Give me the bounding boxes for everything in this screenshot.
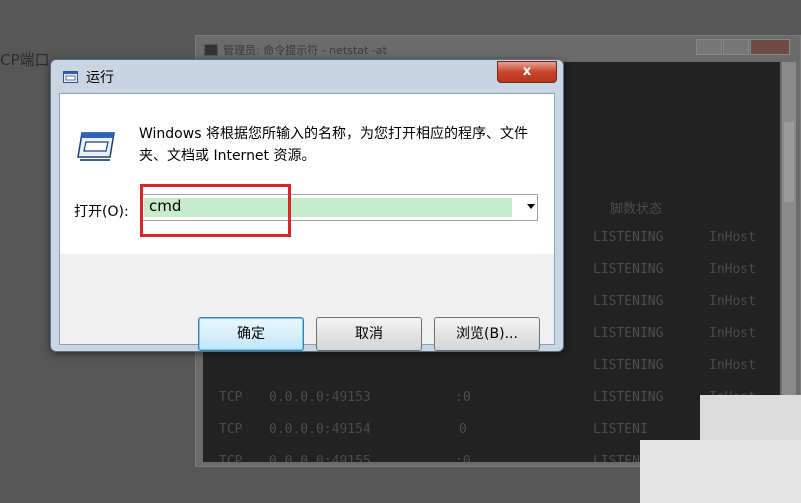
run-description: Windows 将根据您所输入的名称，为您打开相应的程序、文件夹、文档或 Int… bbox=[139, 126, 528, 164]
maximize-icon bbox=[723, 39, 749, 55]
console-row-state: LISTENING bbox=[593, 262, 664, 277]
console-row-proto: TCP bbox=[219, 422, 243, 437]
console-row-state: LISTENING bbox=[593, 230, 664, 245]
open-label: 打开(O): bbox=[74, 204, 129, 220]
console-row-foreign: 0 bbox=[459, 422, 467, 437]
console-icon bbox=[204, 44, 218, 56]
minimize-icon bbox=[696, 39, 722, 55]
console-row-host: InHost bbox=[709, 230, 756, 245]
console-row-addr: 0.0.0.0:49154 bbox=[269, 422, 371, 437]
console-row-state: LISTENING bbox=[593, 390, 664, 405]
console-row-proto: TCP bbox=[219, 390, 243, 405]
run-title: 运行 bbox=[86, 70, 114, 86]
console-row-proto: TCP bbox=[219, 454, 243, 462]
ok-button[interactable]: 确定 bbox=[198, 317, 304, 351]
console-window-controls bbox=[696, 39, 790, 55]
close-button[interactable]: x bbox=[497, 61, 557, 83]
run-program-icon bbox=[77, 132, 115, 161]
close-icon bbox=[750, 39, 790, 55]
background-text: CP端口 bbox=[0, 51, 50, 69]
cancel-button[interactable]: 取消 bbox=[316, 317, 422, 351]
console-title: 管理员: 命令提示符 - netstat -at bbox=[223, 44, 387, 57]
console-row-state: LISTENI bbox=[593, 422, 648, 437]
console-row-host: InHost bbox=[709, 294, 756, 309]
console-header-state: 脚数状态 bbox=[610, 202, 663, 217]
console-row-state: LISTENING bbox=[593, 358, 664, 373]
console-row-foreign: :0 bbox=[455, 390, 471, 405]
console-scroll-thumb bbox=[784, 122, 794, 202]
console-row-addr: 0.0.0.0:49153 bbox=[269, 390, 371, 405]
console-row-addr: 0.0.0.0:49155 bbox=[269, 454, 371, 462]
run-input-panel bbox=[60, 94, 554, 254]
console-row-host: InHost bbox=[709, 358, 756, 373]
run-titlebar: 运行 x bbox=[51, 60, 563, 92]
browse-button[interactable]: 浏览(B)... bbox=[434, 317, 540, 351]
console-row-state: LISTENING bbox=[593, 294, 664, 309]
console-row-state: LISTENING bbox=[593, 326, 664, 341]
console-row-host: InHost bbox=[709, 326, 756, 341]
corner-blur bbox=[640, 440, 801, 503]
console-row-foreign: :0 bbox=[455, 454, 471, 462]
run-title-icon bbox=[63, 71, 78, 83]
run-client-area: Windows 将根据您所输入的名称，为您打开相应的程序、文件夹、文档或 Int… bbox=[59, 93, 555, 351]
run-dialog: 运行 x Windows 将根据您所输入的名称，为您打开相应的程序、文件夹、文档… bbox=[50, 59, 564, 352]
chevron-down-icon[interactable] bbox=[527, 204, 535, 209]
console-row-host: InHost bbox=[709, 262, 756, 277]
annotation-highlight-box bbox=[140, 184, 291, 237]
console-titlebar: 管理员: 命令提示符 - netstat -at bbox=[204, 40, 387, 60]
